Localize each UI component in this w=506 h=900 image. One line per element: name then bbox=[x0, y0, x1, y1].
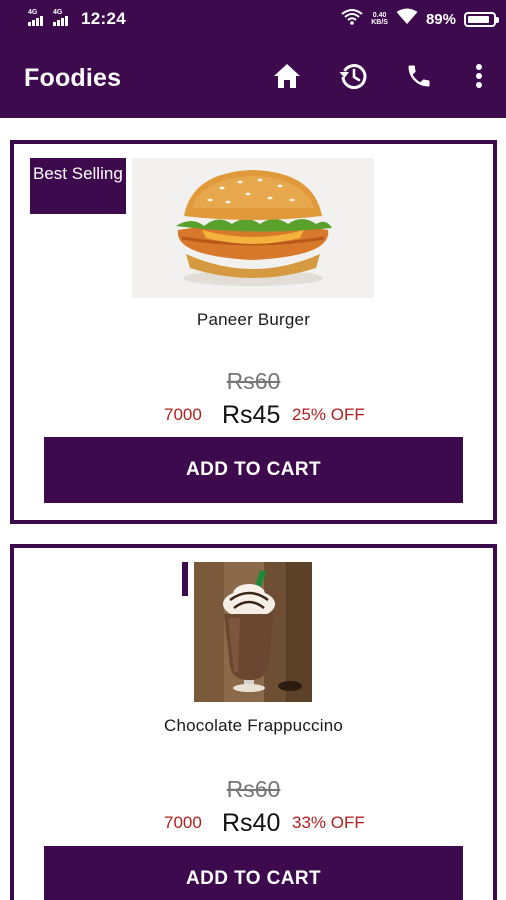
network-speed: 0.40 KB/S bbox=[371, 12, 388, 26]
paneer-burger-image bbox=[132, 158, 374, 298]
speed-value: 0.40 bbox=[372, 12, 387, 19]
signal-icon: 4G bbox=[28, 9, 48, 26]
product-card[interactable]: Best Selling Paneer Burger Rs60 7000 Rs4… bbox=[10, 140, 497, 524]
discounted-price: Rs45 bbox=[222, 401, 281, 429]
product-name: Paneer Burger bbox=[196, 310, 311, 329]
product-card[interactable]: Chocolate Frappuccino Rs60 7000 Rs40 33%… bbox=[10, 544, 497, 900]
battery-fill bbox=[468, 15, 490, 23]
discount-label: 25% OFF bbox=[292, 405, 365, 424]
phone-icon bbox=[405, 62, 433, 95]
more-vert-icon bbox=[475, 63, 483, 94]
history-icon bbox=[338, 61, 368, 96]
history-button[interactable] bbox=[320, 38, 386, 118]
discounted-price: Rs40 bbox=[222, 809, 281, 837]
more-options-button[interactable] bbox=[452, 38, 506, 118]
product-badge bbox=[182, 562, 188, 596]
price-row: 7000 Rs40 33% OFF bbox=[14, 808, 493, 840]
original-price: Rs60 bbox=[226, 368, 281, 394]
battery-percent: 89% bbox=[425, 10, 456, 28]
discount-label: 33% OFF bbox=[292, 813, 365, 832]
product-code: 7000 bbox=[164, 813, 202, 832]
home-icon bbox=[272, 62, 302, 95]
home-button[interactable] bbox=[254, 38, 320, 118]
app-actions bbox=[254, 38, 506, 118]
add-to-cart-button[interactable]: ADD TO CART bbox=[44, 437, 463, 503]
app-bar: Foodies bbox=[0, 38, 506, 118]
signal-group: 4G 4G bbox=[28, 9, 73, 26]
chocolate-frappuccino-image bbox=[194, 562, 312, 702]
product-list[interactable]: Best Selling Paneer Burger Rs60 7000 Rs4… bbox=[0, 118, 506, 900]
product-code: 7000 bbox=[164, 405, 202, 424]
app-title: Foodies bbox=[24, 63, 122, 92]
best-selling-badge: Best Selling bbox=[30, 158, 126, 214]
product-name: Chocolate Frappuccino bbox=[163, 716, 344, 735]
status-bar: 4G 4G 12:24 0.40 KB/S 89% bbox=[0, 0, 506, 38]
signal-icon: 4G bbox=[53, 9, 73, 26]
wifi-calling-icon bbox=[341, 8, 363, 31]
signal-label: 4G bbox=[53, 9, 63, 16]
signal-label: 4G bbox=[28, 9, 38, 16]
wifi-icon bbox=[396, 8, 418, 30]
add-to-cart-button[interactable]: ADD TO CART bbox=[44, 846, 463, 900]
original-price: Rs60 bbox=[226, 776, 281, 802]
speed-unit: KB/S bbox=[371, 19, 388, 26]
price-row: 7000 Rs45 25% OFF bbox=[14, 400, 493, 432]
clock: 12:24 bbox=[81, 9, 126, 28]
battery-icon bbox=[464, 11, 499, 27]
call-button[interactable] bbox=[386, 38, 452, 118]
